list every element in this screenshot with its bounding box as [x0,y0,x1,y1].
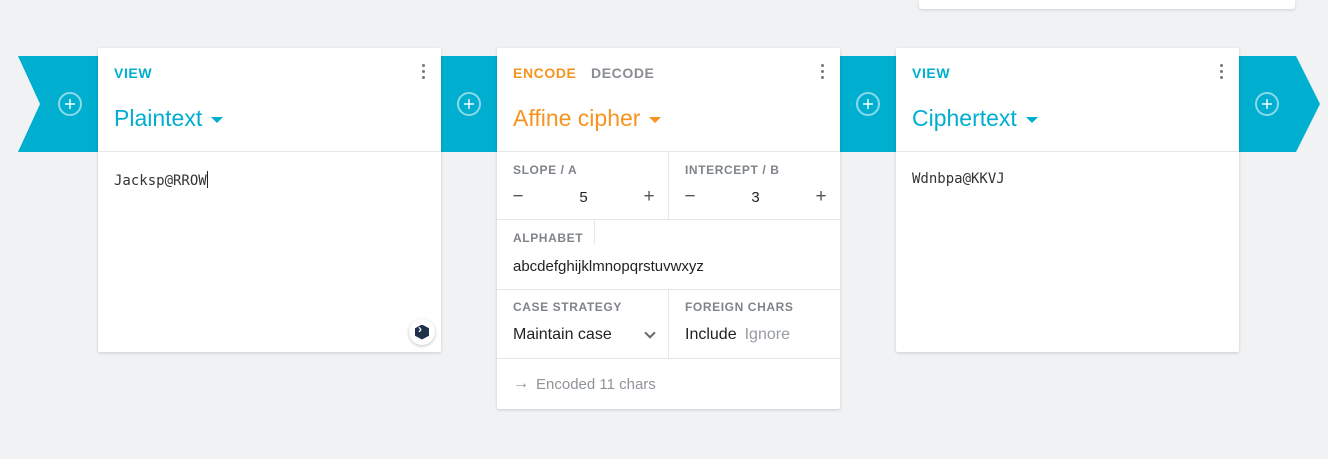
intercept-decrement-button[interactable]: − [683,187,697,206]
top-panel-edge [919,0,1295,9]
dropdown-caret-icon [1025,116,1038,123]
card-header: VIEW Ciphertext [896,48,1239,152]
ciphertext-card: VIEW Ciphertext Wdnbpa@KKVJ [896,48,1239,352]
alphabet-field[interactable]: ALPHABET abcdefghijklmnopqrstuvwxyz [497,220,840,290]
ciphertext-editor[interactable]: Wdnbpa@KKVJ [912,171,1005,187]
case-strategy-select[interactable]: Maintain case [513,326,656,344]
card-title: Ciphertext [912,105,1017,131]
text-cursor [206,171,208,188]
intercept-increment-button[interactable]: + [814,187,828,206]
pipeline-band-2 [840,56,896,152]
pipeline-band-1 [441,56,497,152]
dropdown-caret-icon [211,116,224,123]
more-vert-icon[interactable] [417,64,429,80]
alphabet-label: ALPHABET [513,231,584,245]
case-foreign-row: CASE STRATEGY Maintain case FOREIGN CHAR… [497,290,840,359]
add-icon[interactable] [457,92,481,116]
status-text: Encoded 11 chars [536,375,656,393]
ciphertext-content: Wdnbpa@KKVJ [912,171,1005,187]
mode-row: ENCODE DECODE [513,65,655,81]
slope-field: SLOPE / A − 5 + [497,152,669,219]
plaintext-editor[interactable]: Jacksp@RROW [114,171,208,189]
slope-intercept-row: SLOPE / A − 5 + INTERCEPT / B − 3 + [497,152,840,220]
encoder-select[interactable]: Ciphertext [912,105,1038,132]
pipeline-band-start [18,56,98,152]
arrow-right-icon: → [513,375,529,392]
view-mode-label: VIEW [912,65,951,81]
add-icon[interactable] [58,92,82,116]
foreign-chars-toggle: Include Ignore [685,326,790,344]
affine-cipher-card: ENCODE DECODE Affine cipher SLOPE / A − … [497,48,840,409]
slope-increment-button[interactable]: + [642,187,656,206]
more-vert-icon[interactable] [816,64,828,80]
intercept-stepper: − 3 + [683,187,828,206]
dropdown-caret-icon [649,116,662,123]
intercept-value[interactable]: 3 [751,189,759,206]
slope-value[interactable]: 5 [579,189,587,206]
encoder-select[interactable]: Plaintext [114,105,224,132]
intercept-label: INTERCEPT / B [685,163,780,177]
alphabet-value[interactable]: abcdefghijklmnopqrstuvwxyz [513,258,704,275]
encode-tab[interactable]: ENCODE [513,65,577,81]
card-header: VIEW Plaintext [98,48,441,152]
more-vert-icon[interactable] [1215,64,1227,80]
divider [594,220,595,244]
case-strategy-label: CASE STRATEGY [513,300,622,314]
slope-decrement-button[interactable]: − [511,187,525,206]
case-strategy-field: CASE STRATEGY Maintain case [497,290,669,358]
ignore-option[interactable]: Ignore [745,326,790,344]
extension-badge-icon[interactable] [409,319,435,345]
foreign-chars-field: FOREIGN CHARS Include Ignore [669,290,840,358]
plaintext-content: Jacksp@RROW [114,173,207,189]
status-message: → Encoded 11 chars [513,375,656,393]
encoder-select[interactable]: Affine cipher [513,105,662,132]
decode-tab[interactable]: DECODE [591,65,655,81]
foreign-chars-label: FOREIGN CHARS [685,300,794,314]
card-title: Affine cipher [513,105,641,131]
slope-label: SLOPE / A [513,163,578,177]
view-mode-label: VIEW [114,65,153,81]
case-strategy-value: Maintain case [513,326,612,343]
mode-row: VIEW [114,65,152,81]
card-title: Plaintext [114,105,203,131]
plaintext-card: VIEW Plaintext Jacksp@RROW [98,48,441,352]
add-icon[interactable] [1255,92,1279,116]
chevron-down-icon [644,326,656,339]
mode-row: VIEW [912,65,950,81]
slope-stepper: − 5 + [511,187,656,206]
add-icon[interactable] [856,92,880,116]
intercept-field: INTERCEPT / B − 3 + [669,152,840,219]
pipeline-band-end [1239,56,1320,152]
card-header: ENCODE DECODE Affine cipher [497,48,840,152]
include-option[interactable]: Include [685,326,737,344]
